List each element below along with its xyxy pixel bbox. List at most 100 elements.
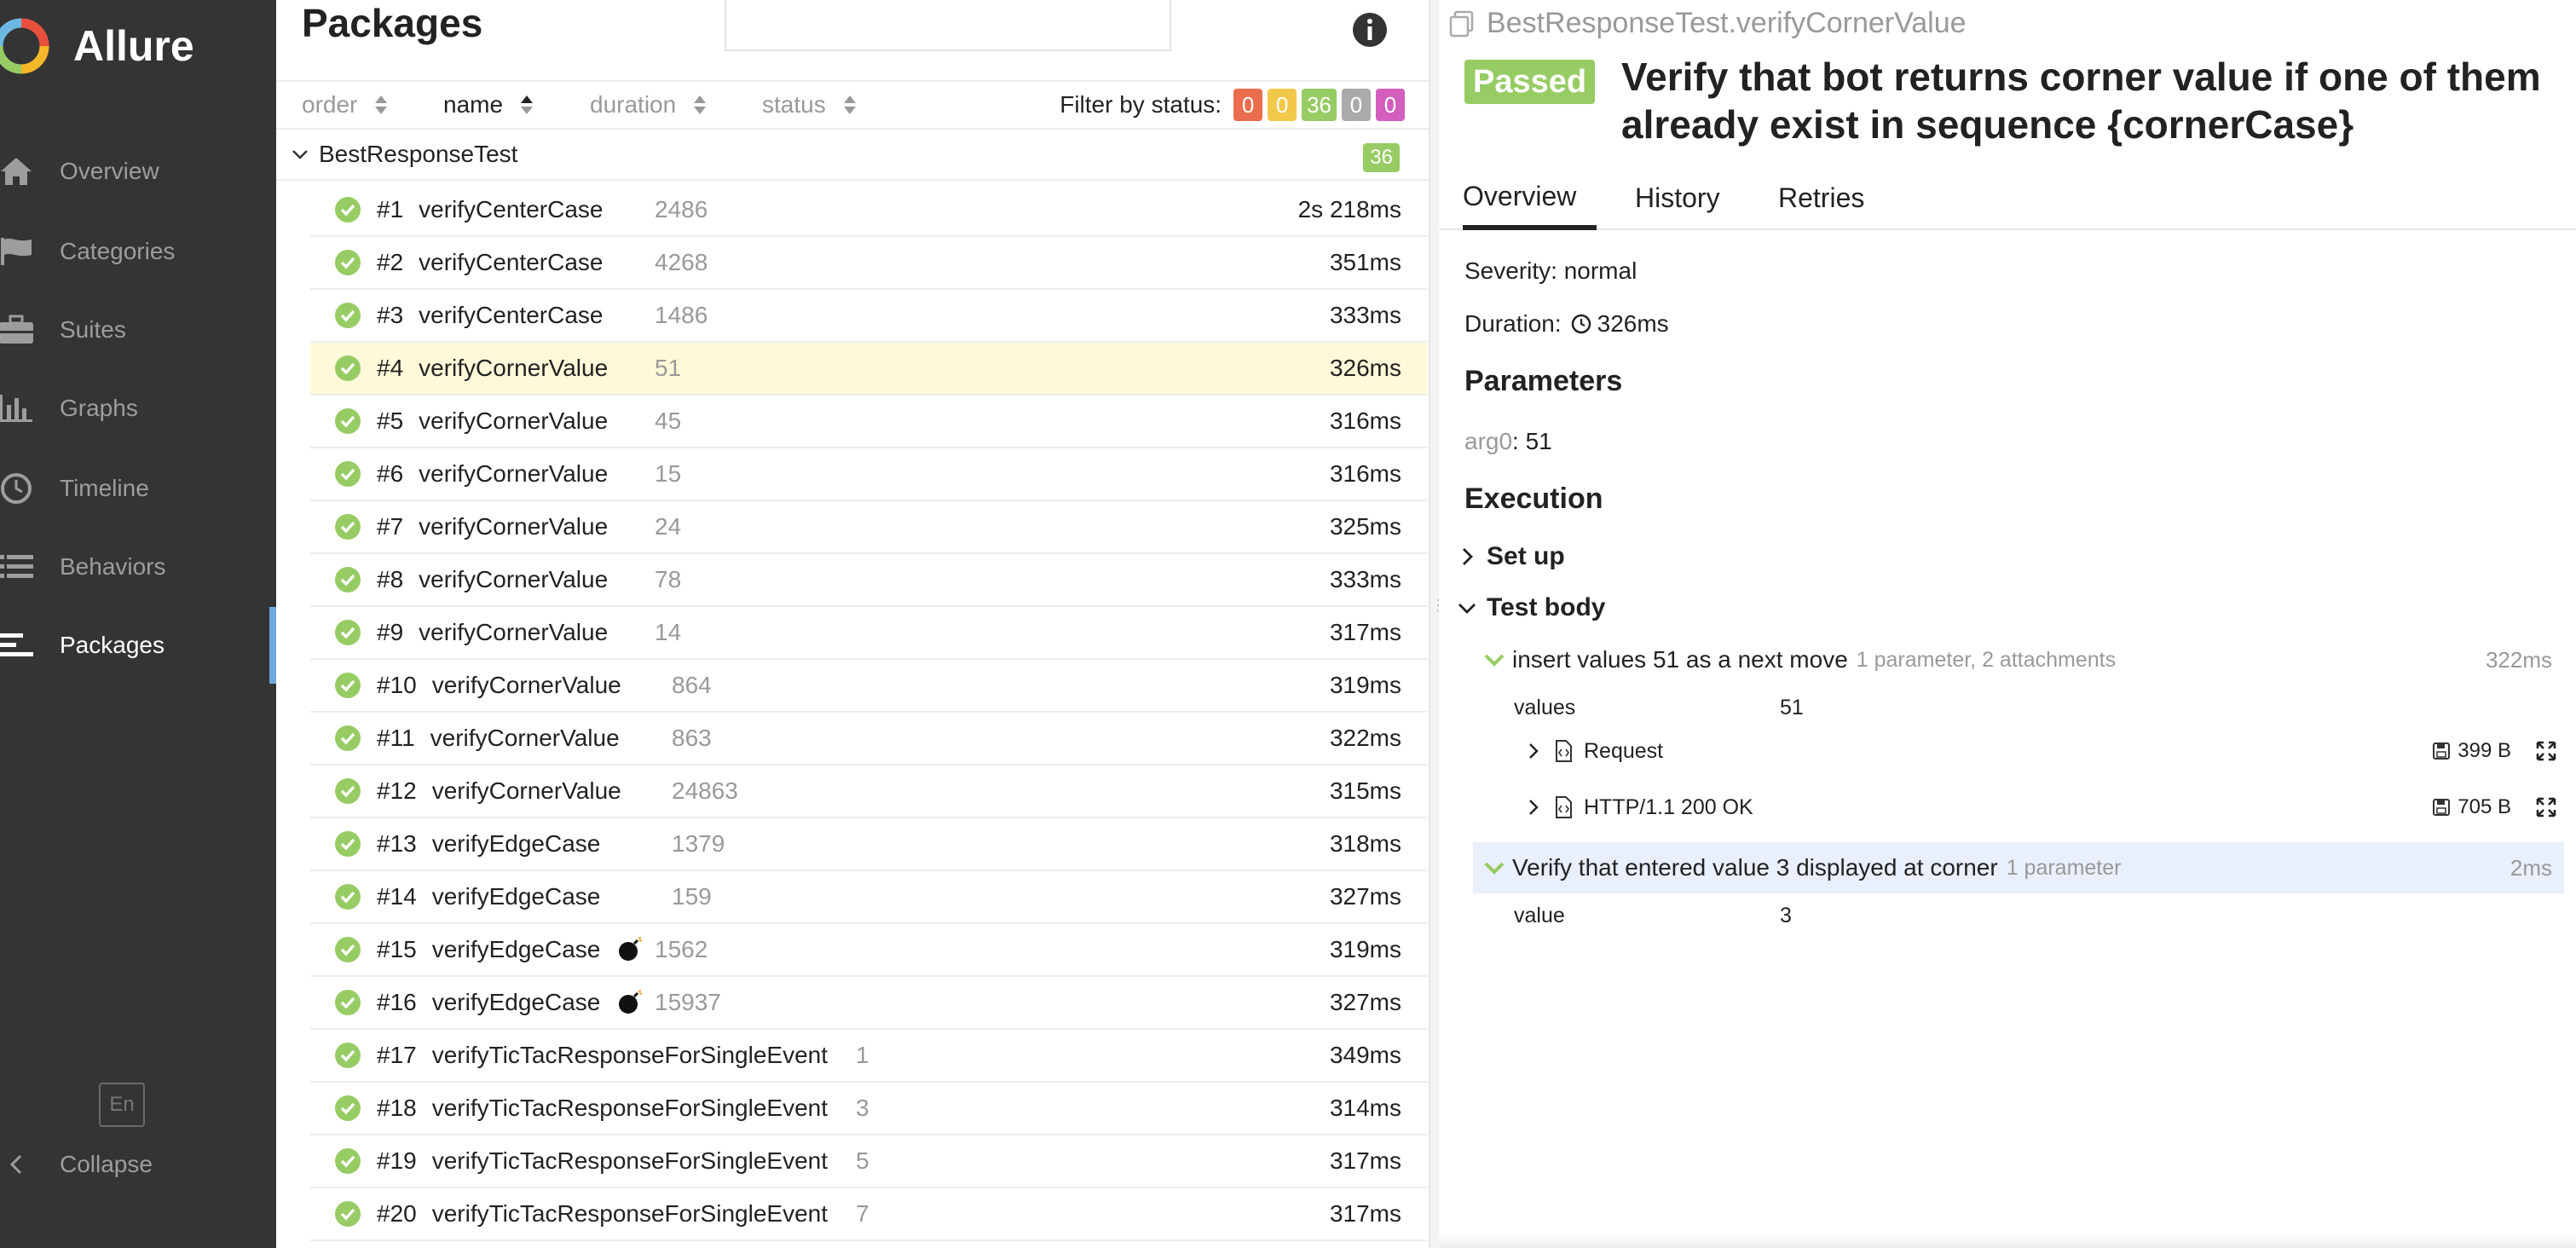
sort-label: name: [443, 91, 504, 118]
test-row[interactable]: #20 verifyTicTacResponseForSingleEvent 7 31…: [310, 1188, 1427, 1241]
execution-heading: Execution: [1464, 482, 1603, 515]
sort-label: order: [302, 91, 358, 118]
sidebar-item-overview[interactable]: Overview: [0, 133, 276, 210]
package-group-row[interactable]: BestResponseTest 36: [276, 130, 1429, 181]
test-name: verifyCornerValue: [419, 619, 609, 645]
test-row[interactable]: #19 verifyTicTacResponseForSingleEvent 5 31…: [310, 1135, 1427, 1188]
step-param-name: values: [1514, 696, 1576, 719]
test-order: #18: [377, 1095, 417, 1121]
test-row[interactable]: #15 verifyEdgeCase 1562 319ms: [310, 924, 1427, 977]
test-order: #12: [377, 777, 417, 804]
test-name: verifyCornerValue: [431, 672, 621, 698]
sort-by-order[interactable]: order: [302, 82, 388, 128]
pane-splitter[interactable]: ⋮: [1429, 0, 1446, 1248]
sort-by-name[interactable]: name: [443, 82, 534, 128]
attachment-row[interactable]: HTTP/1.1 200 OK 705 B: [1524, 786, 2564, 829]
sidebar-item-behaviors[interactable]: Behaviors: [0, 529, 276, 605]
test-row[interactable]: #9 verifyCornerValue 14 317ms: [310, 607, 1427, 660]
step-title: insert values 51 as a next move: [1512, 646, 1848, 673]
attachment-size-text: 399 B: [2458, 739, 2511, 762]
filter-failed-badge[interactable]: 0: [1233, 89, 1263, 121]
copy-icon[interactable]: [1447, 9, 1476, 38]
test-row[interactable]: #12 verifyCornerValue 24863 315ms: [310, 766, 1427, 818]
info-icon[interactable]: [1352, 12, 1388, 48]
test-duration: 317ms: [1329, 1147, 1401, 1174]
test-row[interactable]: #3 verifyCenterCase 1486 333ms: [310, 290, 1427, 343]
step-summary: 1 parameter, 2 attachments: [1856, 647, 2117, 672]
flag-icon: [0, 232, 36, 271]
step-row[interactable]: Verify that entered value 3 displayed at…: [1473, 842, 2564, 893]
test-row[interactable]: #5 verifyCornerValue 45 316ms: [310, 396, 1427, 448]
passed-check-icon: [335, 990, 361, 1015]
test-duration: 314ms: [1329, 1095, 1401, 1121]
test-body-section[interactable]: Test body: [1456, 593, 1605, 622]
test-list: #1 verifyCenterCase 2486 2s 218ms #2 verifyCe…: [310, 184, 1427, 1241]
attachment-size: 399 B: [2432, 739, 2511, 763]
test-name: verifyEdgeCase: [431, 936, 601, 962]
test-row[interactable]: #18 verifyTicTacResponseForSingleEvent 3 31…: [310, 1083, 1427, 1135]
expand-icon[interactable]: [2535, 796, 2557, 818]
tab-overview[interactable]: Overview: [1463, 167, 1597, 230]
sidebar-item-graphs[interactable]: Graphs: [0, 370, 276, 447]
test-row[interactable]: #16 verifyEdgeCase 15937 327ms: [310, 977, 1427, 1030]
passed-check-icon: [335, 1095, 361, 1121]
test-row[interactable]: #6 verifyCornerValue 15 316ms: [310, 448, 1427, 501]
test-parameter: 1: [856, 1042, 869, 1068]
sidebar-item-suites[interactable]: Suites: [0, 292, 276, 368]
scroll-shadow: [1439, 1233, 2576, 1248]
test-row[interactable]: #2 verifyCenterCase 4268 351ms: [310, 237, 1427, 290]
filter-unknown-badge[interactable]: 0: [1376, 89, 1405, 121]
sidebar-item-packages[interactable]: Packages: [0, 607, 276, 684]
test-parameter: 24: [655, 513, 682, 540]
sort-by-status[interactable]: status: [762, 82, 857, 128]
test-row[interactable]: #1 verifyCenterCase 2486 2s 218ms: [310, 184, 1427, 237]
test-name: verifyCornerValue: [431, 777, 621, 804]
test-row[interactable]: #13 verifyEdgeCase 1379 318ms: [310, 818, 1427, 871]
test-row[interactable]: #7 verifyCornerValue 24 325ms: [310, 501, 1427, 554]
app-logo[interactable]: Allure: [0, 12, 194, 80]
test-row[interactable]: #11 verifyCornerValue 863 322ms: [310, 713, 1427, 766]
step-row[interactable]: insert values 51 as a next move 1 parame…: [1473, 634, 2564, 685]
test-row[interactable]: #4 verifyCornerValue 51 326ms: [310, 343, 1427, 396]
test-row[interactable]: #10 verifyCornerValue 864 319ms: [310, 660, 1427, 713]
sidebar-item-categories[interactable]: Categories: [0, 213, 276, 290]
test-parameter: 15: [655, 460, 682, 487]
test-row[interactable]: #17 verifyTicTacResponseForSingleEvent 1 34…: [310, 1030, 1427, 1083]
expand-icon[interactable]: [2535, 740, 2557, 762]
test-title: Verify that bot returns corner value if …: [1621, 55, 2541, 147]
attachment-label: Request: [1584, 738, 1664, 763]
language-switcher[interactable]: En: [99, 1083, 145, 1127]
collapse-button[interactable]: Collapse: [7, 1151, 153, 1178]
sort-icon: [375, 95, 388, 114]
passed-check-icon: [335, 620, 361, 645]
passed-check-icon: [335, 461, 361, 487]
test-name: verifyEdgeCase: [431, 989, 601, 1015]
parameters-heading: Parameters: [1464, 365, 1623, 397]
filter-broken-badge[interactable]: 0: [1268, 89, 1297, 121]
sidebar-item-label: Overview: [60, 158, 159, 184]
test-row[interactable]: #8 verifyCornerValue 78 333ms: [310, 554, 1427, 607]
filter-skipped-badge[interactable]: 0: [1342, 89, 1371, 121]
tab-retries[interactable]: Retries: [1778, 167, 1864, 228]
test-duration: 322ms: [1329, 725, 1401, 751]
sort-icon: [521, 95, 534, 114]
test-parameter: 3: [856, 1095, 869, 1121]
search-input[interactable]: [725, 0, 1171, 51]
save-icon: [2433, 742, 2451, 760]
passed-check-icon: [335, 937, 361, 962]
sort-by-duration[interactable]: duration: [590, 82, 707, 128]
sort-label: status: [762, 91, 826, 118]
chevron-down-icon: [292, 150, 308, 159]
setup-section[interactable]: Set up: [1456, 542, 1565, 571]
sidebar-item-timeline[interactable]: Timeline: [0, 450, 276, 527]
test-row[interactable]: #14 verifyEdgeCase 159 327ms: [310, 871, 1427, 924]
test-order: #8: [377, 566, 404, 592]
step-param-value: 51: [1780, 696, 1804, 719]
test-parameter: 14: [655, 619, 682, 645]
filter-passed-badge[interactable]: 36: [1302, 89, 1337, 121]
attachment-row[interactable]: Request 399 B: [1524, 730, 2564, 772]
sidebar-item-label: Behaviors: [60, 553, 166, 580]
passed-check-icon: [335, 514, 361, 540]
tab-history[interactable]: History: [1635, 167, 1720, 228]
test-name: verifyCornerValue: [419, 355, 609, 381]
